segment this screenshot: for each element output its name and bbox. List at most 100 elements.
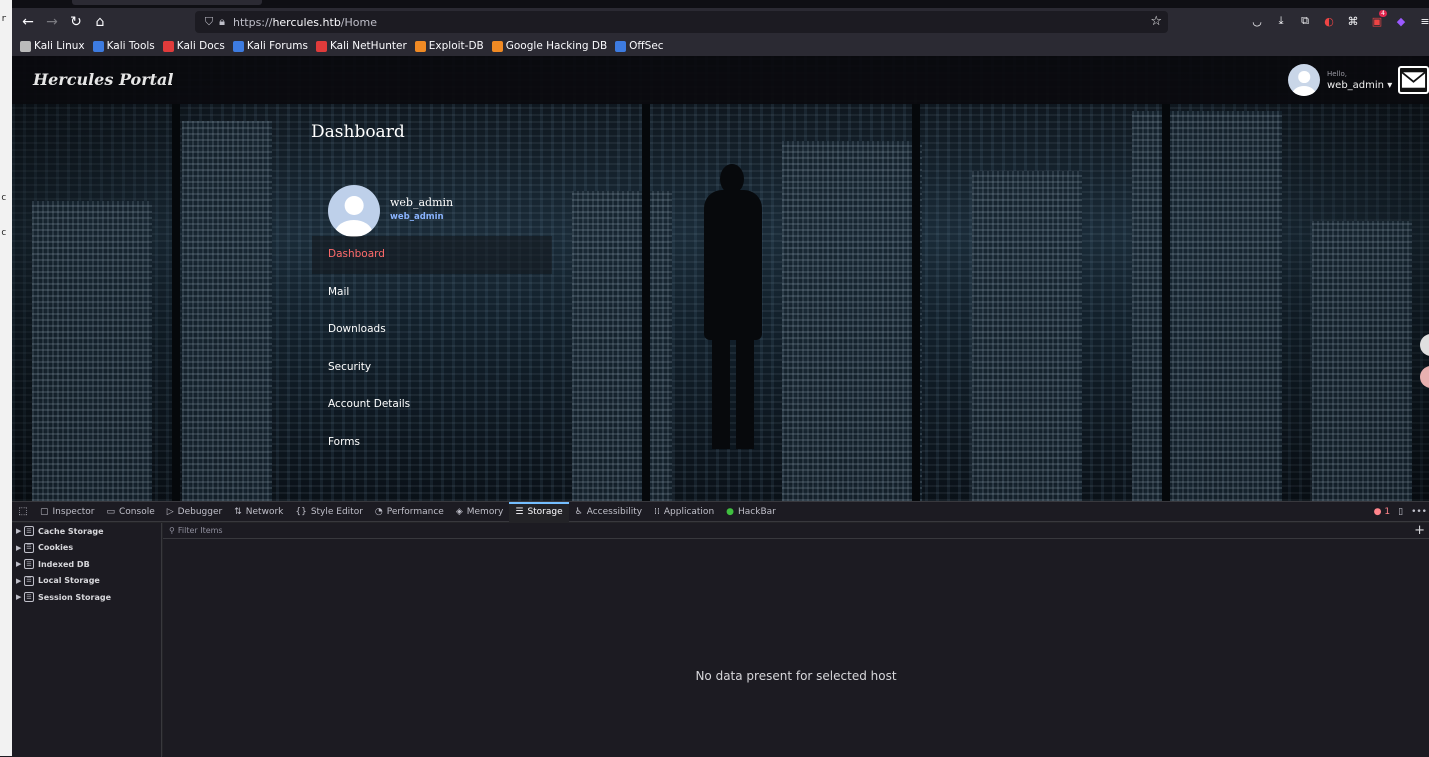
storage-icon: ☰ xyxy=(515,506,524,517)
tab-network[interactable]: ⇅ Network xyxy=(228,502,289,522)
devtools-controls: ● 1 ▯ ••• xyxy=(1374,502,1427,522)
active-tab[interactable] xyxy=(72,0,262,5)
bookmark-exploit-db[interactable]: Exploit-DB xyxy=(414,40,484,52)
user-menu-dropdown[interactable]: web_admin ▾ xyxy=(1327,80,1392,91)
lock-icon[interactable]: 🔒︎ xyxy=(217,15,227,29)
floating-side-button[interactable] xyxy=(1420,366,1429,388)
background-building xyxy=(1132,111,1282,501)
tab-hackbar[interactable]: ● HackBar xyxy=(720,502,782,522)
bookmark-kali-linux[interactable]: Kali Linux xyxy=(20,40,85,52)
error-count-badge[interactable]: ● 1 xyxy=(1374,507,1390,517)
storage-tree-cache-storage[interactable]: ▶ ☰ Cache Storage xyxy=(12,523,161,540)
ghdb-icon xyxy=(491,40,503,52)
kali-icon xyxy=(20,40,31,52)
floating-side-button[interactable] xyxy=(1420,334,1429,356)
storage-tree-session-storage[interactable]: ▶ ☰ Session Storage xyxy=(12,589,161,606)
bookmark-label: Kali NetHunter xyxy=(329,40,407,52)
expand-arrow-icon[interactable]: ▶ xyxy=(16,577,24,585)
page-viewport: Hercules Portal Hello, web_admin ▾ Dashb… xyxy=(12,56,1429,501)
database-icon: ☰ xyxy=(24,542,34,553)
sidebar-nav: Dashboard Mail Downloads Security Account De… xyxy=(312,236,552,461)
tab-memory[interactable]: ◈ Memory xyxy=(450,502,510,522)
storage-tree-label: Cache Storage xyxy=(38,526,104,536)
wappalyzer-icon[interactable]: ◆ xyxy=(1392,12,1410,30)
download-icon[interactable]: ⤓ xyxy=(1272,12,1290,30)
bookmark-kali-docs[interactable]: Kali Docs xyxy=(162,40,225,52)
storage-tree-label: Indexed DB xyxy=(38,559,90,569)
tab-inspector[interactable]: ▢ Inspector xyxy=(34,502,101,522)
offsec-icon xyxy=(615,40,627,52)
tab-style-editor[interactable]: {} Style Editor xyxy=(289,502,369,522)
site-title[interactable]: Hercules Portal xyxy=(33,70,173,89)
tab-console[interactable]: ▭ Console xyxy=(101,502,161,522)
storage-tree-local-storage[interactable]: ▶ ☰ Local Storage xyxy=(12,573,161,590)
dock-icon[interactable]: ▯ xyxy=(1398,507,1403,517)
bookmark-offsec[interactable]: OffSec xyxy=(615,40,664,52)
add-item-button[interactable]: + xyxy=(1414,523,1425,539)
arrow-right-icon: → xyxy=(46,14,58,30)
desktop-char: c xyxy=(1,228,7,238)
bookmark-star-icon[interactable]: ☆ xyxy=(1150,14,1162,29)
sidebar-item-mail[interactable]: Mail xyxy=(312,274,552,312)
expand-arrow-icon[interactable]: ▶ xyxy=(16,560,24,568)
tab-debugger[interactable]: ▷ Debugger xyxy=(161,502,228,522)
bookmark-kali-forums[interactable]: Kali Forums xyxy=(232,40,308,52)
storage-tree-cookies[interactable]: ▶ ☰ Cookies xyxy=(12,540,161,557)
tab-label: Storage xyxy=(527,506,563,517)
sidebar-item-dashboard[interactable]: Dashboard xyxy=(312,236,552,274)
window-pillar xyxy=(642,104,650,501)
storage-tree-indexed-db[interactable]: ▶ ☰ Indexed DB xyxy=(12,556,161,573)
notifications-icon[interactable]: ▣ 4 xyxy=(1368,10,1387,30)
tab-label: Debugger xyxy=(177,506,223,517)
bookmark-kali-tools[interactable]: Kali Tools xyxy=(92,40,155,52)
background-building xyxy=(1312,221,1412,501)
error-count: 1 xyxy=(1384,507,1391,517)
expand-arrow-icon[interactable]: ▶ xyxy=(16,527,24,535)
menu-icon[interactable]: ≡ xyxy=(1416,12,1429,30)
tab-accessibility[interactable]: ♿ Accessibility xyxy=(569,502,648,522)
filter-items-input[interactable]: ⚲ Filter Items + xyxy=(163,523,1429,539)
window-pillar xyxy=(912,104,920,501)
background-building xyxy=(782,141,922,501)
more-options-icon[interactable]: ••• xyxy=(1411,507,1427,517)
sidebar-item-forms[interactable]: Forms xyxy=(312,424,552,462)
url-bar[interactable]: ⛉ 🔒︎ https://hercules.htb/Home ☆ xyxy=(195,11,1168,33)
inspector-icon: ▢ xyxy=(40,506,49,517)
tab-label: HackBar xyxy=(738,506,776,517)
cookie-editor-icon[interactable]: ◐ xyxy=(1320,12,1338,30)
sidebar-item-downloads[interactable]: Downloads xyxy=(312,311,552,349)
desktop-char: r xyxy=(1,14,7,24)
tab-label: Console xyxy=(119,506,155,517)
bookmark-kali-nethunter[interactable]: Kali NetHunter xyxy=(315,40,407,52)
tab-label: Performance xyxy=(386,506,444,517)
shield-icon[interactable]: ⛉ xyxy=(201,15,217,29)
sidebar-item-security[interactable]: Security xyxy=(312,349,552,387)
bookmark-label: Kali Linux xyxy=(34,40,85,52)
tab-label: Network xyxy=(245,506,284,517)
bookmark-label: OffSec xyxy=(629,40,664,52)
element-picker-icon[interactable]: ⬚ xyxy=(12,502,34,522)
url-prefix: https:// xyxy=(233,15,273,29)
tab-storage[interactable]: ☰ Storage xyxy=(509,501,569,522)
reload-button[interactable]: ↻ xyxy=(64,10,88,34)
back-button[interactable]: ← xyxy=(16,10,40,34)
translate-icon[interactable]: ⌘ xyxy=(1344,12,1362,30)
home-icon: ⌂ xyxy=(95,14,105,30)
expand-arrow-icon[interactable]: ▶ xyxy=(16,593,24,601)
sidebar-item-account-details[interactable]: Account Details xyxy=(312,386,552,424)
extensions-icon[interactable]: ⧉ xyxy=(1296,12,1314,30)
forward-button[interactable]: → xyxy=(40,10,64,34)
tab-performance[interactable]: ◔ Performance xyxy=(369,502,450,522)
devtools-panel: ⬚ ▢ Inspector ▭ Console ▷ Debugger ⇅ Network{} S… xyxy=(12,501,1429,757)
url-text[interactable]: https://hercules.htb/Home xyxy=(233,16,377,29)
tab-application[interactable]: ⁞⁞ Application xyxy=(648,502,720,522)
expand-arrow-icon[interactable]: ▶ xyxy=(16,544,24,552)
accessibility-icon: ♿ xyxy=(574,506,583,517)
profile-handle[interactable]: web_admin xyxy=(390,212,444,222)
mail-icon[interactable] xyxy=(1398,66,1429,94)
bookmark-google-hacking-db[interactable]: Google Hacking DB xyxy=(491,40,607,52)
home-button[interactable]: ⌂ xyxy=(88,10,112,34)
background-building xyxy=(182,121,272,501)
pocket-icon[interactable]: ◡ xyxy=(1248,12,1266,30)
avatar[interactable] xyxy=(1288,64,1320,96)
